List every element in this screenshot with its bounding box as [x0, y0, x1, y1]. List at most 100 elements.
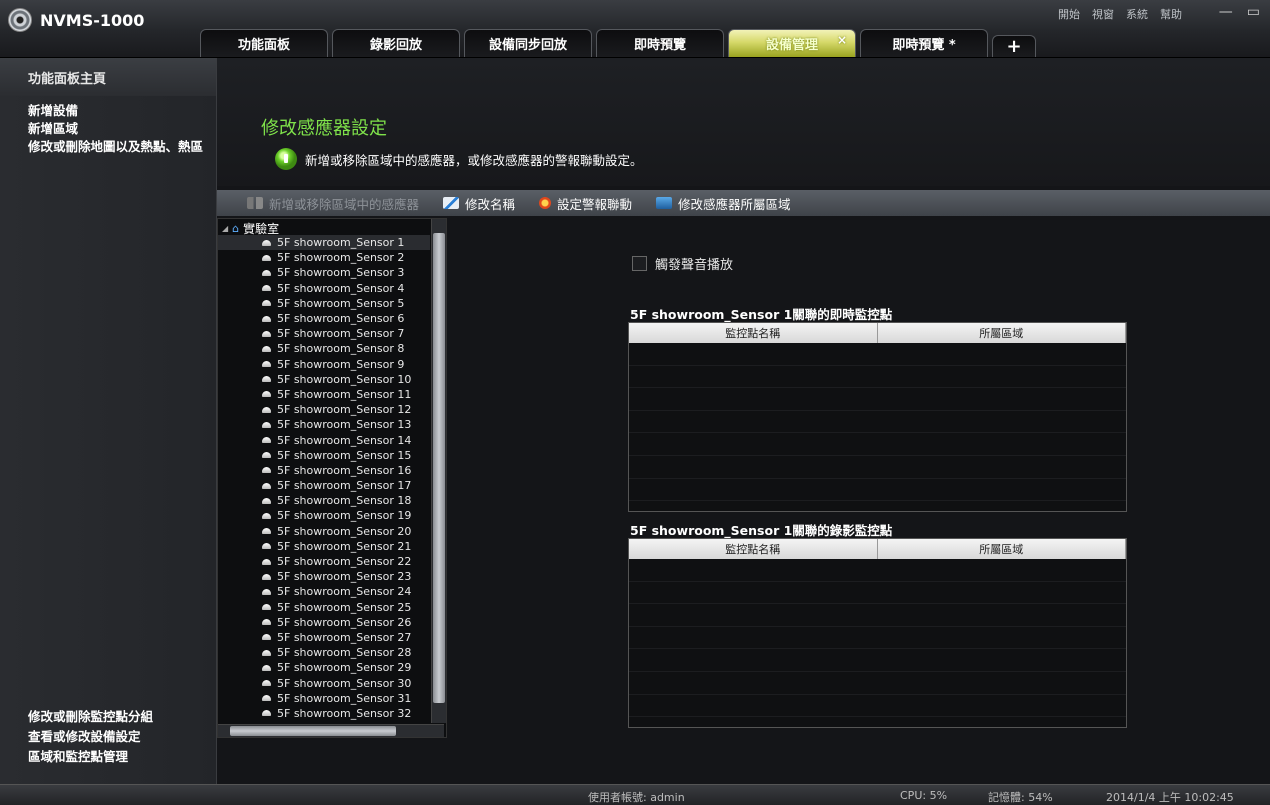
- tree-vertical-scrollbar[interactable]: [431, 219, 446, 723]
- sensor-icon: [262, 634, 271, 641]
- tree-item-sensor[interactable]: 5F showroom_Sensor 1: [218, 235, 430, 251]
- sensor-icon: [262, 239, 271, 246]
- table-row: [629, 604, 1126, 627]
- tree-item-sensor[interactable]: 5F showroom_Sensor 26: [218, 615, 430, 630]
- alarm-link-icon: [539, 197, 552, 209]
- tree-item-sensor[interactable]: 5F showroom_Sensor 13: [218, 417, 430, 432]
- tree-item-sensor[interactable]: 5F showroom_Sensor 30: [218, 675, 430, 690]
- live-points-table: 監控點名稱 所屬區域: [628, 322, 1127, 512]
- sidebar-item-device-settings[interactable]: 查看或修改設備設定: [28, 730, 208, 744]
- tree-item-label: 5F showroom_Sensor 32: [277, 706, 412, 720]
- tree-item-label: 5F showroom_Sensor 24: [277, 585, 412, 599]
- table-row: [629, 582, 1126, 605]
- sidebar-item-add-area[interactable]: 新增區域: [28, 122, 208, 136]
- table-row: [629, 649, 1126, 672]
- tab-sync-playback[interactable]: 設備同步回放: [464, 29, 592, 57]
- close-icon[interactable]: ×: [837, 33, 847, 47]
- sidebar-home-link[interactable]: 功能面板主頁: [0, 58, 216, 96]
- tree-item-sensor[interactable]: 5F showroom_Sensor 3: [218, 265, 430, 280]
- tree-item-sensor[interactable]: 5F showroom_Sensor 2: [218, 250, 430, 265]
- tree-item-sensor[interactable]: 5F showroom_Sensor 22: [218, 554, 430, 569]
- change-area-button[interactable]: 修改感應器所屬區域: [656, 194, 791, 213]
- minimize-icon[interactable]: —: [1219, 4, 1233, 20]
- menu-system[interactable]: 系統: [1126, 6, 1148, 22]
- tree-item-sensor[interactable]: 5F showroom_Sensor 21: [218, 539, 430, 554]
- change-area-icon: [656, 197, 673, 209]
- tree-item-sensor[interactable]: 5F showroom_Sensor 15: [218, 448, 430, 463]
- tree-item-sensor[interactable]: 5F showroom_Sensor 4: [218, 281, 430, 296]
- add-remove-sensor-button[interactable]: 新增或移除區域中的感應器: [247, 194, 419, 213]
- column-header-area[interactable]: 所屬區域: [878, 323, 1126, 343]
- tree-item-sensor[interactable]: 5F showroom_Sensor 19: [218, 508, 430, 523]
- tab-function-panel[interactable]: 功能面板: [200, 29, 328, 57]
- tree-item-sensor[interactable]: 5F showroom_Sensor 11: [218, 387, 430, 402]
- sidebar: 功能面板主頁 新增設備 新增區域 修改或刪除地圖以及熱點、熱區 修改或刪除監控點…: [0, 58, 217, 784]
- tab-label: 設備同步回放: [488, 38, 567, 53]
- sound-checkbox[interactable]: [632, 256, 647, 271]
- sensor-icon: [262, 649, 271, 656]
- sensor-icon: [262, 710, 271, 717]
- sensor-icon: [262, 619, 271, 626]
- tree-item-sensor[interactable]: 5F showroom_Sensor 23: [218, 569, 430, 584]
- column-header-name[interactable]: 監控點名稱: [629, 323, 878, 343]
- tree-item-label: 5F showroom_Sensor 10: [277, 372, 412, 386]
- tree-item-sensor[interactable]: 5F showroom_Sensor 7: [218, 326, 430, 341]
- scroll-thumb[interactable]: [433, 233, 445, 703]
- tree-item-label: 5F showroom_Sensor 4: [277, 281, 405, 295]
- button-label: 新增或移除區域中的感應器: [269, 196, 420, 212]
- tree-item-sensor[interactable]: 5F showroom_Sensor 24: [218, 584, 430, 599]
- sensor-icon: [262, 269, 271, 276]
- live-points-title: 5F showroom_Sensor 1關聯的即時監控點: [630, 307, 893, 322]
- sensor-add-icon: [247, 197, 263, 209]
- scroll-thumb[interactable]: [230, 726, 396, 736]
- tree-item-sensor[interactable]: 5F showroom_Sensor 17: [218, 478, 430, 493]
- tree-item-sensor[interactable]: 5F showroom_Sensor 32: [218, 706, 430, 721]
- tree-item-sensor[interactable]: 5F showroom_Sensor 29: [218, 660, 430, 675]
- column-header-area[interactable]: 所屬區域: [878, 539, 1126, 559]
- tree-item-sensor[interactable]: 5F showroom_Sensor 12: [218, 402, 430, 417]
- sensor-icon: [262, 573, 271, 580]
- tree-item-sensor[interactable]: 5F showroom_Sensor 16: [218, 463, 430, 478]
- tree-root-area[interactable]: ◢ ⌂ 實驗室: [222, 221, 280, 236]
- tree-item-sensor[interactable]: 5F showroom_Sensor 9: [218, 357, 430, 372]
- tab-live-view-2[interactable]: 即時預覽 *: [860, 29, 988, 57]
- menu-start[interactable]: 開始: [1058, 6, 1080, 22]
- collapse-arrow-icon[interactable]: ◢: [222, 224, 228, 233]
- table-row: [629, 559, 1126, 582]
- tree-item-sensor[interactable]: 5F showroom_Sensor 25: [218, 600, 430, 615]
- restore-icon[interactable]: ▭: [1247, 4, 1260, 20]
- sidebar-item-add-device[interactable]: 新增設備: [28, 104, 208, 118]
- sidebar-item-area-management[interactable]: 區域和監控點管理: [28, 750, 208, 764]
- tree-item-label: 5F showroom_Sensor 21: [277, 539, 412, 553]
- add-tab-button[interactable]: +: [992, 35, 1036, 57]
- app-logo-icon: [8, 8, 32, 32]
- sensor-icon: [262, 361, 271, 368]
- tree-horizontal-scrollbar[interactable]: [218, 724, 444, 737]
- sound-trigger-option[interactable]: 觸發聲音播放: [632, 254, 733, 273]
- tree-item-label: 5F showroom_Sensor 30: [277, 676, 412, 690]
- sidebar-item-edit-groups[interactable]: 修改或刪除監控點分組: [28, 710, 208, 724]
- tree-item-sensor[interactable]: 5F showroom_Sensor 14: [218, 432, 430, 447]
- tree-item-sensor[interactable]: 5F showroom_Sensor 5: [218, 296, 430, 311]
- tree-item-sensor[interactable]: 5F showroom_Sensor 27: [218, 630, 430, 645]
- tree-item-sensor[interactable]: 5F showroom_Sensor 20: [218, 524, 430, 539]
- tree-item-sensor[interactable]: 5F showroom_Sensor 6: [218, 311, 430, 326]
- tab-device-management[interactable]: 設備管理 ×: [728, 29, 856, 57]
- tree-item-sensor[interactable]: 5F showroom_Sensor 28: [218, 645, 430, 660]
- tab-live-view[interactable]: 即時預覽: [596, 29, 724, 57]
- tree-item-label: 5F showroom_Sensor 19: [277, 509, 412, 523]
- sidebar-item-edit-map[interactable]: 修改或刪除地圖以及熱點、熱區: [28, 140, 208, 154]
- menu-window[interactable]: 視窗: [1092, 6, 1114, 22]
- alarm-link-button[interactable]: 設定警報聯動: [539, 194, 632, 213]
- tree-item-sensor[interactable]: 5F showroom_Sensor 8: [218, 341, 430, 356]
- sensor-icon: [262, 604, 271, 611]
- menu-help[interactable]: 幫助: [1160, 6, 1182, 22]
- tree-item-sensor[interactable]: 5F showroom_Sensor 10: [218, 372, 430, 387]
- tree-item-sensor[interactable]: 5F showroom_Sensor 31: [218, 691, 430, 706]
- tree-root-label: 實驗室: [243, 221, 280, 236]
- page-title: 修改感應器設定: [261, 118, 387, 139]
- rename-button[interactable]: 修改名稱: [443, 194, 515, 213]
- tab-playback[interactable]: 錄影回放: [332, 29, 460, 57]
- tree-item-sensor[interactable]: 5F showroom_Sensor 18: [218, 493, 430, 508]
- column-header-name[interactable]: 監控點名稱: [629, 539, 878, 559]
